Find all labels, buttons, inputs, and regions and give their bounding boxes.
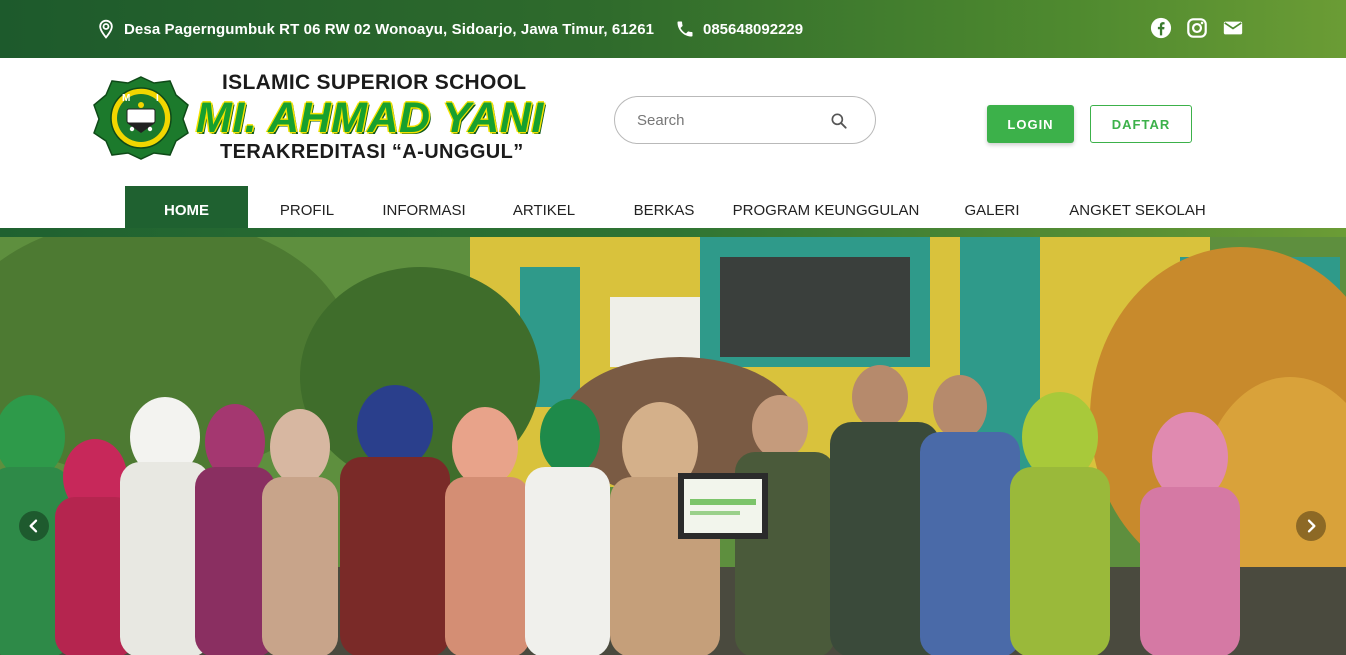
- nav-item-informasi[interactable]: INFORMASI: [370, 186, 478, 228]
- nav-divider: [0, 228, 1346, 237]
- search-input[interactable]: [637, 109, 817, 131]
- slider-prev-button[interactable]: [19, 511, 49, 541]
- chevron-right-icon: [1307, 519, 1316, 533]
- nav-item-profil[interactable]: PROFIL: [263, 186, 351, 228]
- search-icon[interactable]: [829, 111, 849, 131]
- slider-next-button[interactable]: [1296, 511, 1326, 541]
- svg-text:M: M: [122, 93, 130, 104]
- svg-text:I: I: [156, 93, 159, 104]
- nav-item-artikel[interactable]: ARTIKEL: [500, 186, 588, 228]
- instagram-icon[interactable]: [1186, 17, 1208, 39]
- phone-text: 085648092229: [703, 20, 804, 38]
- main-nav: HOME PROFIL INFORMASI ARTIKEL BERKAS PRO…: [0, 186, 1346, 228]
- nav-item-program-keunggulan[interactable]: PROGRAM KEUNGGULAN: [726, 186, 926, 228]
- top-bar: Desa Pagerngumbuk RT 06 RW 02 Wonoayu, S…: [0, 0, 1346, 58]
- school-tagline: ISLAMIC SUPERIOR SCHOOL: [222, 71, 527, 94]
- login-button[interactable]: LOGIN: [987, 105, 1074, 143]
- nav-item-home[interactable]: HOME: [125, 186, 248, 228]
- school-name[interactable]: MI. AHMAD YANI: [196, 95, 544, 141]
- address-info: Desa Pagerngumbuk RT 06 RW 02 Wonoayu, S…: [96, 19, 654, 39]
- location-icon: [96, 19, 116, 39]
- nav-item-angket-sekolah[interactable]: ANGKET SEKOLAH: [1060, 186, 1215, 228]
- chevron-left-icon: [29, 519, 38, 533]
- phone-icon: [675, 19, 695, 39]
- mail-icon[interactable]: [1222, 17, 1244, 39]
- hero-slider[interactable]: [0, 237, 1346, 655]
- register-button[interactable]: DAFTAR: [1090, 105, 1192, 143]
- nav-item-galeri[interactable]: GALERI: [950, 186, 1034, 228]
- facebook-icon[interactable]: [1150, 17, 1172, 39]
- address-text: Desa Pagerngumbuk RT 06 RW 02 Wonoayu, S…: [124, 20, 655, 38]
- hero-photo: [0, 237, 1346, 655]
- accreditation-text: TERAKREDITASI “A-UNGGUL”: [220, 141, 524, 163]
- phone-info[interactable]: 085648092229: [675, 19, 803, 39]
- search-box: [614, 96, 876, 144]
- school-logo[interactable]: M I: [92, 75, 190, 161]
- nav-item-berkas[interactable]: BERKAS: [622, 186, 706, 228]
- social-links: [1150, 17, 1244, 39]
